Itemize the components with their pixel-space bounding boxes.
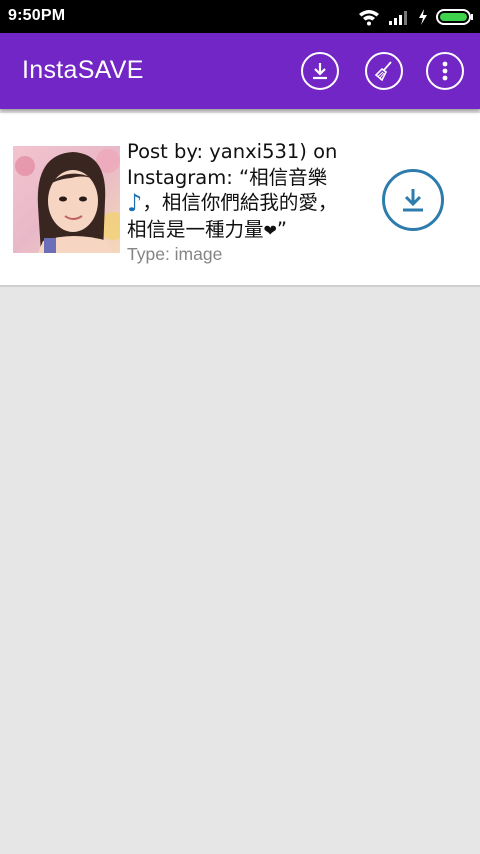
caption-line: Post by: yanxi531) on bbox=[127, 140, 338, 163]
heart-icon: ❤ bbox=[263, 220, 277, 240]
download-all-button[interactable] bbox=[301, 52, 339, 90]
status-icons bbox=[358, 6, 474, 28]
music-note-icon: ♪ bbox=[127, 189, 143, 217]
post-type: Type: image bbox=[127, 244, 223, 264]
broom-icon bbox=[373, 60, 395, 82]
post-caption: Post by: yanxi531) on Instagram: “相信音樂 ♪… bbox=[127, 139, 377, 243]
status-time: 9:50PM bbox=[8, 7, 66, 24]
signal-icon bbox=[388, 8, 410, 26]
post-card[interactable]: Post by: yanxi531) on Instagram: “相信音樂 ♪… bbox=[0, 113, 480, 287]
clear-history-button[interactable] bbox=[365, 52, 403, 90]
battery-icon bbox=[436, 8, 474, 26]
caption-line: ♪，相信你們給我的愛， bbox=[127, 189, 338, 217]
download-icon bbox=[310, 61, 330, 81]
download-icon bbox=[399, 186, 427, 214]
caption-line: 相信是一種力量❤” bbox=[127, 217, 288, 241]
post-download-button[interactable] bbox=[382, 169, 444, 231]
charging-icon bbox=[418, 8, 428, 26]
overflow-menu-button[interactable] bbox=[426, 52, 464, 90]
status-bar: 9:50PM bbox=[0, 0, 480, 33]
app-title: InstaSAVE bbox=[22, 56, 144, 84]
caption-line: Instagram: “相信音樂 bbox=[127, 165, 328, 189]
app-bar: InstaSAVE bbox=[0, 33, 480, 109]
post-thumbnail[interactable] bbox=[13, 146, 120, 253]
more-vert-icon bbox=[441, 60, 449, 82]
wifi-icon bbox=[358, 8, 380, 26]
